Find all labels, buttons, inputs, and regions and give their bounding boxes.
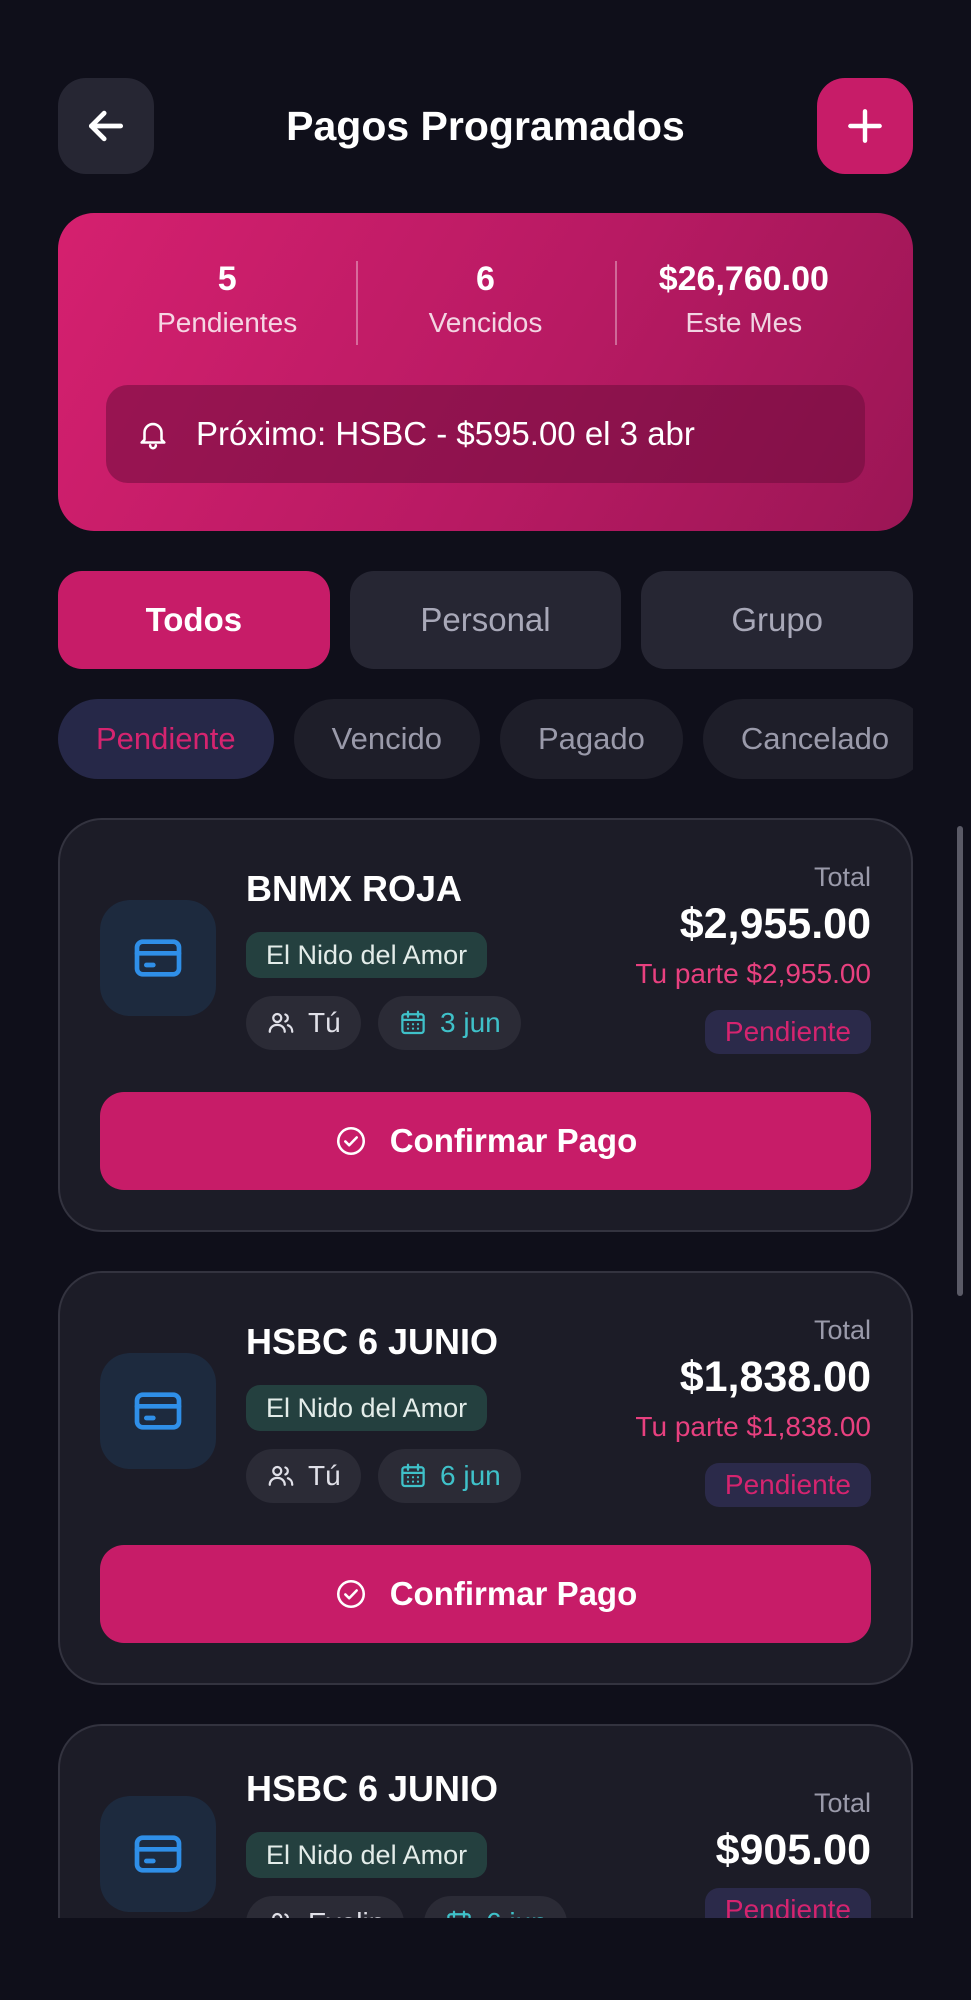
total-amount: $1,838.00 bbox=[679, 1353, 871, 1401]
bottom-safe-area bbox=[0, 1918, 971, 2000]
confirm-label: Confirmar Pago bbox=[389, 1122, 638, 1159]
scope-tabs: Todos Personal Grupo bbox=[58, 571, 914, 669]
confirm-label: Confirmar Pago bbox=[389, 1575, 638, 1612]
payment-card[interactable]: BNMX ROJA El Nido del Amor Tú 3 jun Tota… bbox=[58, 818, 913, 1232]
payment-title: HSBC 6 JUNIO bbox=[246, 1321, 499, 1362]
tab-personal[interactable]: Personal bbox=[349, 571, 622, 669]
group-tag: El Nido del Amor bbox=[246, 1832, 488, 1878]
summary-card: 5 Pendientes 6 Vencidos $26,760.00 Este … bbox=[58, 213, 913, 531]
users-icon bbox=[266, 1461, 296, 1491]
tab-todos[interactable]: Todos bbox=[58, 571, 330, 669]
stat-this-month: $26,760.00 Este Mes bbox=[614, 257, 873, 347]
next-payment-banner[interactable]: Próximo: HSBC - $595.00 el 3 abr bbox=[106, 385, 865, 483]
confirm-payment-button[interactable]: Confirmar Pago bbox=[100, 1092, 871, 1190]
credit-card-icon bbox=[100, 1796, 216, 1912]
confirm-payment-button[interactable]: Confirmar Pago bbox=[100, 1545, 871, 1643]
group-tag: El Nido del Amor bbox=[246, 932, 488, 978]
add-payment-button[interactable] bbox=[817, 78, 913, 174]
payment-title: HSBC 6 JUNIO bbox=[246, 1768, 499, 1809]
plus-icon bbox=[843, 104, 887, 148]
calendar-icon bbox=[398, 1008, 428, 1038]
users-icon bbox=[266, 1008, 296, 1038]
assignee-name: Tú bbox=[308, 1007, 341, 1038]
due-date: 6 jun bbox=[440, 1460, 501, 1491]
credit-card-icon bbox=[100, 1353, 216, 1469]
total-label: Total bbox=[813, 1788, 871, 1818]
bell-icon bbox=[136, 416, 172, 452]
stat-label: Pendientes bbox=[157, 307, 298, 338]
back-button[interactable] bbox=[58, 78, 154, 174]
chip-pagado[interactable]: Pagado bbox=[499, 699, 683, 779]
chip-cancelado[interactable]: Cancelado bbox=[702, 699, 913, 779]
page-title: Pagos Programados bbox=[286, 103, 685, 149]
due-date-pill: 3 jun bbox=[378, 996, 521, 1050]
header: Pagos Programados bbox=[58, 78, 913, 174]
your-share: Tu parte $2,955.00 bbox=[635, 958, 871, 989]
stat-overdue: 6 Vencidos bbox=[356, 257, 614, 347]
total-amount: $905.00 bbox=[715, 1826, 871, 1874]
stat-label: Vencidos bbox=[428, 307, 543, 338]
assignee-name: Tú bbox=[308, 1460, 341, 1491]
payment-card[interactable]: HSBC 6 JUNIO El Nido del Amor Tú 6 jun T… bbox=[58, 1271, 913, 1685]
your-share: Tu parte $1,838.00 bbox=[635, 1411, 871, 1442]
stat-value: 6 bbox=[476, 260, 495, 298]
assignee-pill: Tú bbox=[246, 996, 361, 1050]
calendar-icon bbox=[398, 1461, 428, 1491]
next-payment-text: Próximo: HSBC - $595.00 el 3 abr bbox=[196, 415, 695, 452]
total-label: Total bbox=[813, 862, 871, 892]
stat-pending: 5 Pendientes bbox=[98, 257, 356, 347]
status-badge: Pendiente bbox=[704, 1463, 871, 1507]
payment-title: BNMX ROJA bbox=[246, 868, 463, 909]
scheduled-payments-screen: Pagos Programados 5 Pendientes 6 Vencido… bbox=[0, 0, 971, 2000]
group-tag: El Nido del Amor bbox=[246, 1385, 488, 1431]
check-circle-icon bbox=[334, 1123, 370, 1159]
due-date-pill: 6 jun bbox=[378, 1449, 521, 1503]
summary-stats: 5 Pendientes 6 Vencidos $26,760.00 Este … bbox=[98, 257, 873, 347]
scrollbar[interactable] bbox=[957, 826, 963, 1296]
total-label: Total bbox=[813, 1315, 871, 1345]
assignee-pill: Tú bbox=[246, 1449, 361, 1503]
check-circle-icon bbox=[334, 1576, 370, 1612]
tab-grupo[interactable]: Grupo bbox=[641, 571, 914, 669]
stat-value: 5 bbox=[217, 260, 237, 298]
arrow-left-icon bbox=[84, 104, 128, 148]
due-date: 3 jun bbox=[440, 1007, 501, 1038]
chip-vencido[interactable]: Vencido bbox=[293, 699, 480, 779]
status-badge: Pendiente bbox=[704, 1010, 871, 1054]
stat-value: $26,760.00 bbox=[658, 260, 829, 298]
status-filter-scroller[interactable]: Pendiente Vencido Pagado Cancelado bbox=[58, 699, 913, 779]
credit-card-icon bbox=[100, 900, 216, 1016]
total-amount: $2,955.00 bbox=[679, 900, 871, 948]
chip-pendiente[interactable]: Pendiente bbox=[58, 699, 274, 779]
stat-label: Este Mes bbox=[685, 307, 803, 338]
